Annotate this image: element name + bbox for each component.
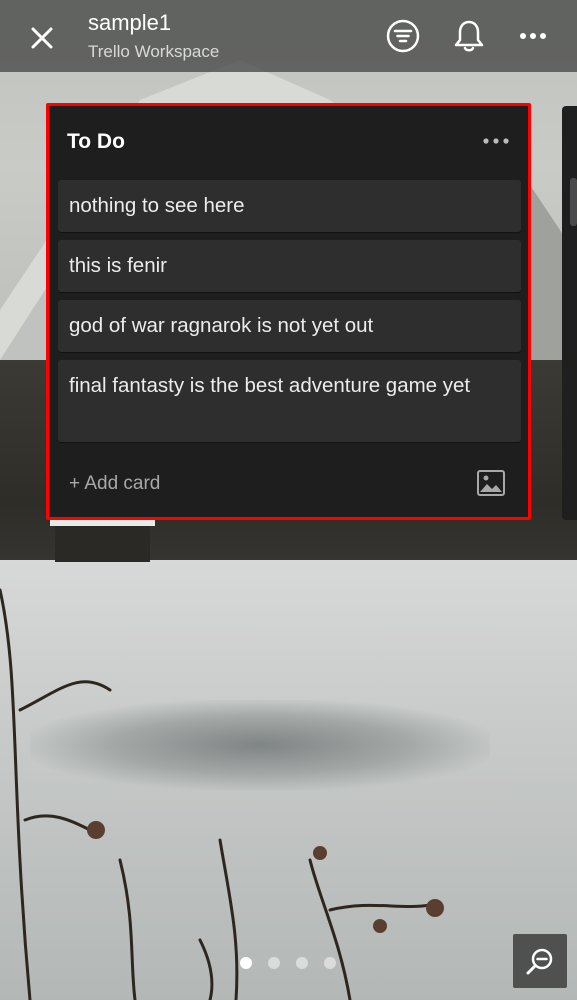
zoom-out-icon bbox=[526, 948, 553, 975]
close-icon bbox=[31, 27, 53, 49]
more-icon bbox=[483, 138, 509, 144]
card[interactable]: god of war ragnarok is not yet out bbox=[58, 300, 521, 352]
card[interactable]: final fantasty is the best adventure gam… bbox=[58, 360, 521, 442]
page-dot[interactable] bbox=[324, 957, 336, 969]
zoom-out-button[interactable] bbox=[513, 934, 567, 988]
page-dot[interactable] bbox=[296, 957, 308, 969]
filter-button[interactable] bbox=[383, 16, 423, 56]
card-title: this is fenir bbox=[69, 254, 167, 277]
list-header: To Do bbox=[49, 106, 528, 178]
page-dot[interactable] bbox=[240, 957, 252, 969]
list-to-do: To Do nothing to see here this is fenir … bbox=[46, 103, 531, 520]
notifications-button[interactable] bbox=[449, 16, 489, 56]
board-menu-button[interactable] bbox=[513, 16, 553, 56]
top-bar: sample1 Trello Workspace bbox=[0, 0, 577, 72]
more-icon bbox=[520, 33, 546, 39]
card[interactable]: this is fenir bbox=[58, 240, 521, 292]
workspace-name: Trello Workspace bbox=[88, 42, 220, 61]
card-title: god of war ragnarok is not yet out bbox=[69, 314, 374, 337]
close-button[interactable] bbox=[22, 18, 62, 58]
background-branches bbox=[0, 588, 444, 1000]
list-menu-button[interactable] bbox=[478, 126, 514, 156]
bell-icon bbox=[454, 20, 484, 52]
list-title[interactable]: To Do bbox=[67, 130, 125, 154]
card-title: nothing to see here bbox=[69, 194, 245, 217]
add-card-button[interactable]: + Add card bbox=[69, 473, 160, 495]
next-list-handle bbox=[570, 178, 577, 226]
board-title: sample1 bbox=[88, 10, 172, 35]
image-icon bbox=[477, 470, 505, 496]
next-list-peek[interactable] bbox=[562, 106, 577, 520]
filter-icon bbox=[386, 19, 420, 53]
background-cabin bbox=[55, 520, 150, 562]
card[interactable]: nothing to see here bbox=[58, 180, 521, 232]
add-card-image-button[interactable] bbox=[476, 469, 506, 497]
page-indicator bbox=[240, 957, 336, 969]
page-dot[interactable] bbox=[268, 957, 280, 969]
card-title: final fantasty is the best adventure gam… bbox=[69, 374, 471, 397]
